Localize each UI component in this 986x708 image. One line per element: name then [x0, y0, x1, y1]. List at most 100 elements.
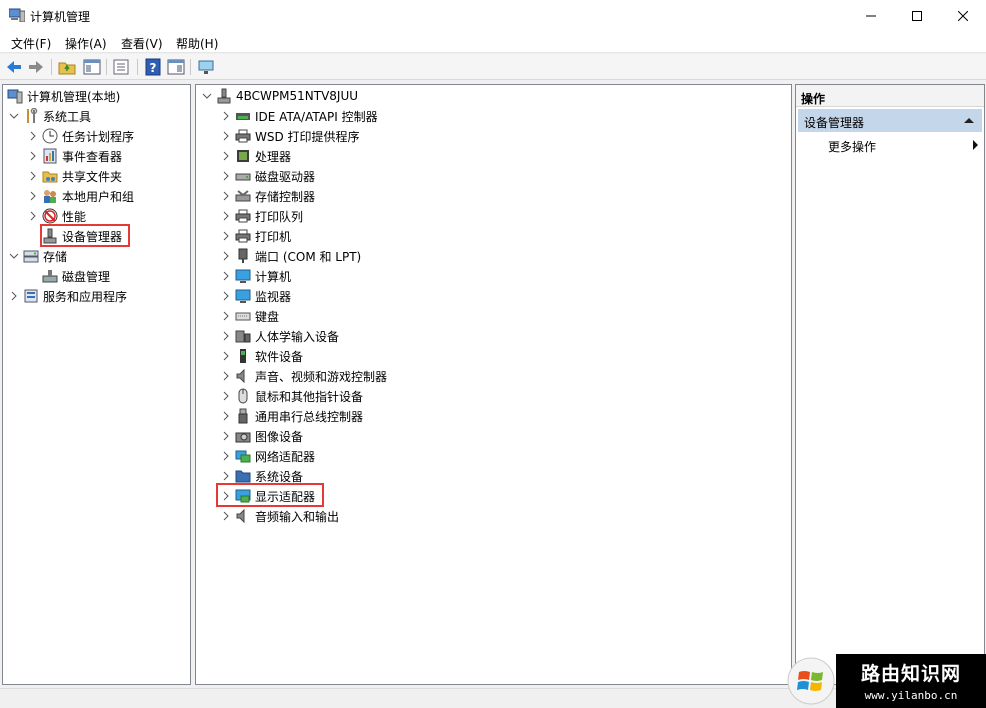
device-category-imaging[interactable]: 图像设备 [219, 426, 303, 446]
device-category-mice[interactable]: 鼠标和其他指针设备 [219, 386, 363, 406]
computer-icon [235, 269, 251, 283]
menu-view[interactable]: 查看(V) [121, 35, 163, 52]
tree-item-services-apps[interactable]: 服务和应用程序 [7, 286, 127, 306]
device-category-ports[interactable]: 端口 (COM 和 LPT) [219, 246, 361, 266]
camera-icon [235, 432, 251, 443]
actions-section-label: 设备管理器 [804, 116, 865, 130]
device-category-label: 网络适配器 [255, 449, 316, 464]
chevron-right-icon[interactable] [219, 386, 233, 406]
tree-item-task-scheduler[interactable]: 任务计划程序 [26, 126, 134, 146]
chevron-right-icon[interactable] [219, 406, 233, 426]
device-category-monitors[interactable]: 监视器 [219, 286, 291, 306]
menu-bar: 文件(F) 操作(A) 查看(V) 帮助(H) [0, 31, 986, 53]
close-button[interactable] [940, 0, 986, 31]
chevron-right-icon[interactable] [26, 166, 40, 186]
device-category-processor[interactable]: 处理器 [219, 146, 291, 166]
device-category-keyboards[interactable]: 键盘 [219, 306, 279, 326]
chevron-right-icon[interactable] [219, 426, 233, 446]
tree-item-local-users-groups[interactable]: 本地用户和组 [26, 186, 134, 206]
usb-icon [238, 408, 248, 424]
tree-root-label: 计算机管理(本地) [27, 89, 121, 104]
device-category-usb[interactable]: 通用串行总线控制器 [219, 406, 363, 426]
menu-action[interactable]: 操作(A) [65, 35, 107, 52]
tree-label-system-tools: 系统工具 [43, 109, 92, 124]
title-bar: 计算机管理 [0, 0, 986, 31]
menu-file[interactable]: 文件(F) [11, 35, 51, 52]
device-category-label: IDE ATA/ATAPI 控制器 [255, 109, 378, 124]
chevron-right-icon[interactable] [219, 246, 233, 266]
more-actions-item[interactable]: 更多操作 [828, 138, 876, 155]
show-hide-tree-icon[interactable] [83, 58, 101, 76]
chevron-right-icon[interactable] [219, 166, 233, 186]
chevron-right-icon[interactable] [219, 506, 233, 526]
tree-label-local-users-groups: 本地用户和组 [62, 189, 135, 204]
tree-root-computer-management[interactable]: 计算机管理(本地) [5, 86, 120, 106]
device-category-printers[interactable]: 打印机 [219, 226, 291, 246]
up-folder-icon[interactable] [58, 58, 76, 76]
device-category-wsd[interactable]: WSD 打印提供程序 [219, 126, 360, 146]
device-category-disk-drives[interactable]: 磁盘驱动器 [219, 166, 315, 186]
disk-drive-icon [235, 173, 251, 181]
device-category-print-queues[interactable]: 打印队列 [219, 206, 303, 226]
chevron-right-icon[interactable] [219, 146, 233, 166]
chevron-down-icon[interactable] [7, 106, 21, 126]
tree-item-disk-management[interactable]: 磁盘管理 [40, 266, 110, 286]
chevron-down-icon[interactable] [7, 246, 21, 266]
help-icon[interactable]: ? [144, 58, 162, 76]
tree-item-system-tools[interactable]: 系统工具 [7, 106, 91, 126]
device-category-ide[interactable]: IDE ATA/ATAPI 控制器 [219, 106, 378, 126]
port-icon [238, 248, 248, 263]
forward-arrow-icon[interactable] [27, 58, 45, 76]
computer-management-icon [9, 8, 25, 22]
tree-item-shared-folders[interactable]: 共享文件夹 [26, 166, 122, 186]
actions-section-device-manager[interactable]: 设备管理器 [798, 109, 982, 132]
chevron-right-icon[interactable] [219, 346, 233, 366]
chevron-right-icon[interactable] [219, 306, 233, 326]
tree-label-services-apps: 服务和应用程序 [43, 289, 128, 304]
hid-icon [235, 330, 251, 343]
menu-help[interactable]: 帮助(H) [176, 35, 218, 52]
chevron-right-icon[interactable] [26, 146, 40, 166]
tree-item-event-viewer[interactable]: 事件查看器 [26, 146, 122, 166]
monitor-icon[interactable] [197, 58, 215, 76]
device-category-network[interactable]: 网络适配器 [219, 446, 315, 466]
tree-label-performance: 性能 [62, 209, 87, 224]
device-category-storage-controllers[interactable]: 存储控制器 [219, 186, 315, 206]
monitor-icon [235, 289, 251, 303]
chevron-right-icon[interactable] [219, 286, 233, 306]
chevron-right-icon[interactable] [26, 126, 40, 146]
chevron-right-icon[interactable] [219, 326, 233, 346]
device-category-audio-io[interactable]: 音频输入和输出 [219, 506, 339, 526]
computer-node-icon [217, 88, 231, 104]
chevron-right-icon[interactable] [219, 186, 233, 206]
chevron-right-icon[interactable] [219, 226, 233, 246]
action-pane-icon[interactable] [167, 58, 185, 76]
properties-icon[interactable] [112, 58, 130, 76]
device-tree-root[interactable]: 4BCWPM51NTV8JUU [200, 86, 358, 106]
tree-item-storage[interactable]: 存储 [7, 246, 67, 266]
tree-label-event-viewer: 事件查看器 [62, 149, 123, 164]
minimize-button[interactable] [848, 0, 894, 31]
maximize-button[interactable] [894, 0, 940, 31]
back-arrow-icon[interactable] [5, 58, 23, 76]
tree-item-performance[interactable]: 性能 [26, 206, 86, 226]
chevron-right-icon[interactable] [219, 366, 233, 386]
ide-controller-icon [236, 113, 250, 120]
device-category-sound[interactable]: 声音、视频和游戏控制器 [219, 366, 387, 386]
chevron-right-icon[interactable] [219, 446, 233, 466]
collapse-up-icon[interactable] [964, 118, 974, 123]
tree-label-storage: 存储 [43, 249, 68, 264]
submenu-arrow-icon[interactable] [973, 140, 978, 150]
chevron-down-icon[interactable] [200, 86, 214, 106]
device-category-software-devices[interactable]: 软件设备 [219, 346, 303, 366]
chevron-right-icon[interactable] [219, 206, 233, 226]
chevron-right-icon[interactable] [219, 106, 233, 126]
chevron-right-icon[interactable] [26, 186, 40, 206]
chevron-right-icon[interactable] [219, 266, 233, 286]
chevron-right-icon[interactable] [219, 126, 233, 146]
chevron-right-icon[interactable] [26, 206, 40, 226]
chevron-right-icon[interactable] [7, 286, 21, 306]
device-category-label: WSD 打印提供程序 [255, 129, 360, 144]
device-category-hid[interactable]: 人体学输入设备 [219, 326, 339, 346]
device-category-computer[interactable]: 计算机 [219, 266, 291, 286]
